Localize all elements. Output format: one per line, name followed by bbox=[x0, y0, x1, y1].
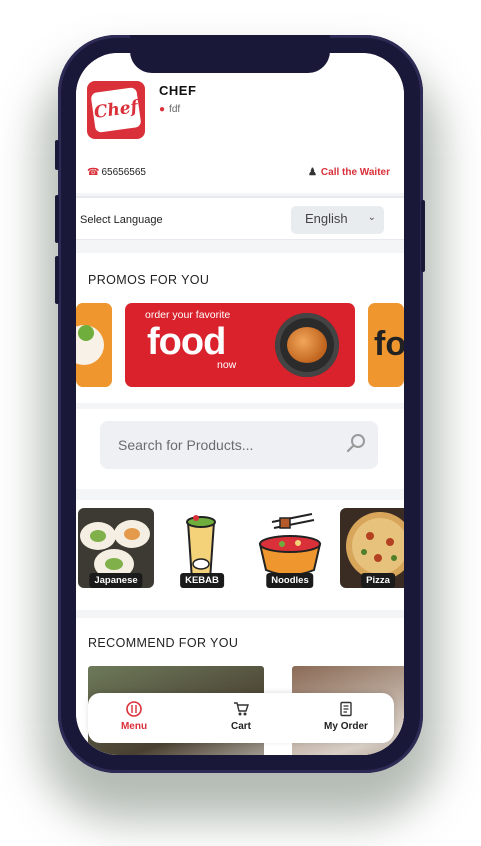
nav-menu[interactable]: Menu bbox=[94, 701, 174, 732]
bottom-nav: Menu Cart My Order bbox=[88, 693, 394, 743]
recommend-title: RECOMMEND FOR YOU bbox=[88, 636, 239, 650]
call-waiter-button[interactable]: ♟ Call the Waiter bbox=[308, 167, 390, 178]
waiter-icon: ♟ bbox=[307, 167, 317, 178]
promo-banner-prev[interactable] bbox=[76, 303, 112, 387]
language-row: Select Language English ⌄ bbox=[76, 196, 404, 240]
search-section: Search for Products... bbox=[76, 409, 404, 489]
category-kebab[interactable]: KEBAB bbox=[164, 508, 240, 588]
nav-cart[interactable]: Cart bbox=[201, 701, 281, 732]
volume-down-button bbox=[55, 256, 59, 304]
category-noodles[interactable]: Noodles bbox=[252, 508, 328, 588]
volume-up-button bbox=[55, 195, 59, 243]
promo-line1: order your favorite bbox=[145, 309, 231, 321]
call-waiter-label: Call the Waiter bbox=[320, 167, 390, 178]
phone-number[interactable]: ☎ 65656565 bbox=[87, 167, 146, 178]
location-pin-icon: ● bbox=[159, 104, 166, 115]
promo-next-text: fo bbox=[374, 325, 404, 363]
language-select[interactable]: English ⌄ bbox=[291, 206, 384, 234]
power-button bbox=[421, 200, 425, 272]
nav-label: Cart bbox=[230, 721, 251, 732]
category-japanese[interactable]: Japanese bbox=[78, 508, 154, 588]
menu-icon bbox=[126, 701, 142, 717]
promos-section: PROMOS FOR YOU order your favorite food … bbox=[76, 253, 404, 403]
restaurant-location: ● fdf bbox=[159, 104, 180, 115]
order-icon bbox=[340, 701, 352, 717]
category-label: Japanese bbox=[89, 573, 143, 588]
phone-notch bbox=[130, 35, 330, 73]
restaurant-header: Chef CHEF ● fdf ☎ 65656565 ♟ Call the Wa… bbox=[76, 53, 404, 193]
telephone-icon: ☎ bbox=[87, 167, 100, 178]
search-icon[interactable] bbox=[346, 433, 366, 453]
promo-line2: food bbox=[147, 321, 226, 363]
app-screen: Chef CHEF ● fdf ☎ 65656565 ♟ Call the Wa… bbox=[76, 53, 404, 755]
promos-title: PROMOS FOR YOU bbox=[88, 273, 210, 287]
restaurant-logo: Chef bbox=[87, 81, 145, 139]
promo-line3: now bbox=[217, 359, 237, 371]
logo-text: Chef bbox=[90, 86, 142, 134]
categories-row: Japanese KEBAB Noodles Pizza bbox=[76, 500, 404, 610]
food-pan-image bbox=[275, 313, 339, 377]
restaurant-name: CHEF bbox=[159, 83, 197, 98]
category-pizza[interactable]: Pizza bbox=[340, 508, 404, 588]
category-label: Pizza bbox=[361, 573, 395, 588]
phone-number-text: 65656565 bbox=[101, 167, 146, 178]
language-selected: English bbox=[305, 211, 348, 226]
promo-banner[interactable]: order your favorite food now bbox=[125, 303, 355, 387]
search-placeholder: Search for Products... bbox=[118, 437, 254, 453]
promo-prev-image-icon bbox=[76, 303, 112, 387]
category-label: Noodles bbox=[266, 573, 314, 588]
nav-label: My Order bbox=[324, 721, 368, 732]
search-input[interactable]: Search for Products... bbox=[100, 421, 378, 469]
location-text: fdf bbox=[169, 104, 181, 115]
nav-my-order[interactable]: My Order bbox=[306, 701, 386, 732]
cart-icon bbox=[234, 702, 249, 716]
nav-label: Menu bbox=[120, 721, 148, 732]
language-label: Select Language bbox=[80, 214, 163, 226]
promo-banner-next[interactable]: fo bbox=[368, 303, 404, 387]
category-label: KEBAB bbox=[180, 573, 224, 588]
chevron-down-icon: ⌄ bbox=[367, 212, 376, 223]
mute-switch bbox=[55, 140, 59, 170]
